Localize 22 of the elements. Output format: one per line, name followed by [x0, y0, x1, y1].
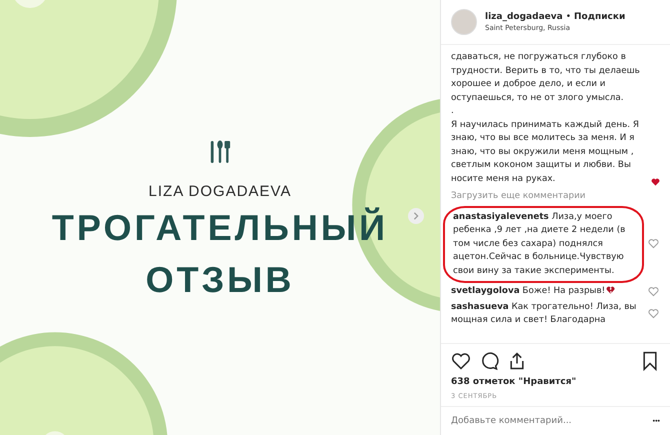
separator-dot: •: [566, 12, 571, 22]
comment-button[interactable]: [479, 351, 499, 371]
following-button[interactable]: Подписки: [574, 12, 626, 22]
chevron-right-icon: [412, 212, 420, 220]
caption-text: .: [451, 106, 454, 116]
username-link[interactable]: liza_dogadaeva: [485, 12, 563, 22]
likes-count[interactable]: 638 отметок "Нравится": [441, 374, 670, 390]
cutlery-icon: [208, 139, 231, 165]
comment-text: anastasiyalevenets Лиза,у моего ребенка ,9 лет ,на диете 2 недели (в том числе без сахара) поднялся ацетон.Сейчас в больнице.Чувствую свои вину за такие эксперименты.: [453, 212, 626, 276]
like-button[interactable]: [451, 351, 471, 371]
avatar[interactable]: [451, 9, 477, 35]
caption-text: Я научилась принимать каждый день. Я знаю, что вы все молитесь за меня. И я знаю, что вы окружили меня мощным , светлым коконом защиты и любви. Вы носите меня на руках.: [451, 118, 640, 186]
heart-emoji-icon: [651, 178, 660, 186]
headline: ОТЗЫВ: [146, 258, 294, 302]
brand-name: LIZA DOGADAEVA: [148, 183, 292, 200]
headline: ТРОГАТЕЛЬНЫЙ: [52, 206, 388, 250]
like-comment-button[interactable]: [648, 286, 660, 298]
comment-text: svetlaygolova Боже! На разрыв!: [451, 286, 606, 296]
like-comment-button[interactable]: [648, 238, 660, 250]
like-comment-button[interactable]: [648, 308, 660, 320]
caption-text: сдаваться, не погружаться глубоко в трудности. Верить в то, что ты делаешь хорошее и доброе дело, и если и оступаешься, то не от злого умысла.: [451, 52, 640, 102]
comment-text: sashasueva Как трогательно! Лиза, вы мощная сила и свет! Благодарна: [451, 302, 636, 325]
